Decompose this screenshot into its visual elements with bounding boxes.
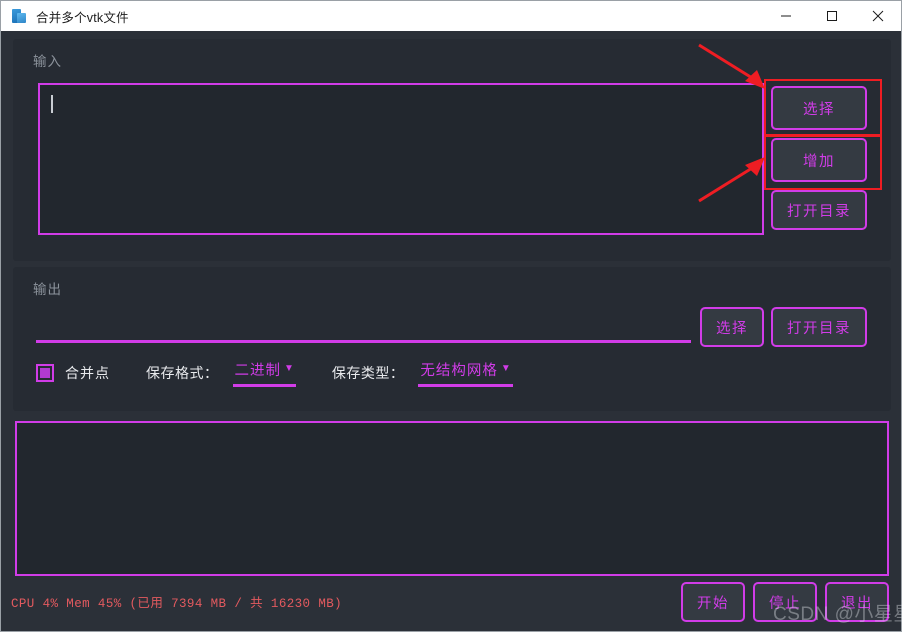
input-section-label: 输入: [33, 54, 62, 69]
app-window: 合并多个vtk文件 输入 选择 增加 打开目录 输出 选择 打开目录 合并点 保…: [0, 0, 902, 632]
vtk-app-icon: [11, 8, 27, 24]
output-open-directory-button[interactable]: 打开目录: [771, 307, 867, 347]
status-bar-text: CPU 4% Mem 45% (已用 7394 MB / 共 16230 MB): [11, 597, 343, 611]
close-icon[interactable]: [855, 1, 901, 31]
output-path-input[interactable]: [36, 311, 691, 343]
checkbox-tick-icon: [40, 368, 50, 378]
chevron-down-icon: ▼: [284, 363, 294, 374]
output-options-row: 合并点 保存格式： 二进制 ▼ 保存类型： 无结构网格 ▼: [36, 358, 513, 388]
input-open-directory-button[interactable]: 打开目录: [771, 190, 867, 230]
input-select-button[interactable]: 选择: [771, 86, 867, 130]
save-format-value: 二进制: [234, 362, 281, 379]
text-caret: [51, 95, 53, 113]
chevron-down-icon: ▼: [500, 363, 511, 374]
start-button[interactable]: 开始: [681, 582, 745, 622]
output-select-button[interactable]: 选择: [700, 307, 764, 347]
stop-button[interactable]: 停止: [753, 582, 817, 622]
exit-button[interactable]: 退出: [825, 582, 889, 622]
save-format-select[interactable]: 二进制 ▼: [232, 359, 296, 387]
minimize-icon[interactable]: [763, 1, 809, 31]
input-files-textarea[interactable]: [38, 83, 764, 235]
save-type-select[interactable]: 无结构网格 ▼: [418, 359, 513, 387]
merge-points-checkbox[interactable]: [36, 364, 54, 382]
save-type-value: 无结构网格: [420, 362, 498, 379]
window-title: 合并多个vtk文件: [36, 10, 129, 25]
save-format-label: 保存格式：: [146, 365, 219, 381]
title-bar: 合并多个vtk文件: [1, 1, 901, 31]
log-output-panel[interactable]: [15, 421, 889, 576]
maximize-icon[interactable]: [809, 1, 855, 31]
save-type-label: 保存类型：: [331, 365, 405, 381]
window-controls: [763, 1, 901, 31]
merge-points-label: 合并点: [65, 365, 110, 381]
output-section-label: 输出: [33, 282, 62, 297]
input-add-button[interactable]: 增加: [771, 138, 867, 182]
